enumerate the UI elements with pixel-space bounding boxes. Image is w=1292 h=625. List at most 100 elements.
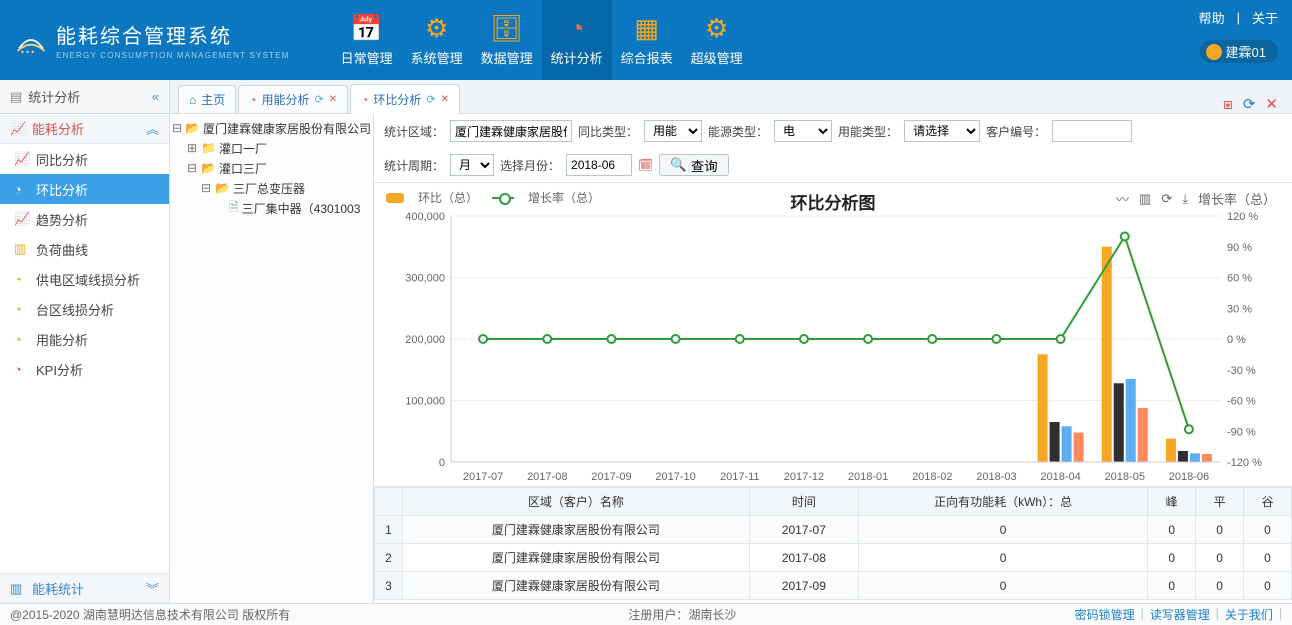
refresh-icon[interactable]: ⟳ [1161, 191, 1172, 207]
reg-label: 注册用户： [628, 606, 688, 623]
energy-select[interactable]: 电 [774, 120, 832, 142]
cell: 0 [1148, 544, 1196, 572]
pie-icon: ◔ [14, 332, 30, 347]
folder-icon: 📂 [201, 161, 216, 175]
pie-icon: ◔ [14, 362, 30, 377]
tab-ratio[interactable]: ◔环比分析⟳✕ [350, 84, 460, 114]
sidebar-item[interactable]: 📈趋势分析 [0, 204, 169, 234]
tab-usage[interactable]: ◔用能分析⟳✕ [238, 85, 348, 113]
comp-select[interactable]: 用能 [644, 120, 702, 142]
table-row[interactable]: 1厦门建霖健康家居股份有限公司2017-070000 [375, 516, 1292, 544]
sidebar-item[interactable]: ◔供电区域线损分析 [0, 264, 169, 294]
nav-super[interactable]: ⚙超级管理 [682, 0, 752, 80]
tab-home[interactable]: ⌂主页 [178, 85, 236, 113]
sidebar-head[interactable]: ▤ 统计分析 « [0, 80, 170, 113]
search-icon: 🔍 [670, 157, 687, 173]
cell: 0 [1196, 572, 1244, 600]
collapse-icon[interactable]: ⊟ [172, 121, 182, 135]
sidebar-footer[interactable]: ▥ 能耗统计 ︾ [0, 573, 169, 603]
cell: 0 [858, 572, 1147, 600]
query-button[interactable]: 🔍查询 [659, 154, 728, 176]
chevron-up-icon[interactable]: ︽ [146, 119, 159, 138]
svg-text:2017-07: 2017-07 [463, 471, 503, 483]
sidebar-item[interactable]: ◔台区线损分析 [0, 294, 169, 324]
sidebar-item[interactable]: ◔KPI分析 [0, 354, 169, 384]
svg-text:-30 %: -30 % [1227, 365, 1256, 377]
use-select[interactable]: 请选择 [904, 120, 980, 142]
sidebar-group-energy[interactable]: 📈 能耗分析 ︽ [0, 114, 169, 144]
chevron-down-icon[interactable]: ︾ [146, 579, 159, 598]
home-icon: ⌂ [189, 93, 196, 107]
filter-bar: 统计区域： 同比类型： 用能 能源类型： 电 用能类型： 请选择 客户编号： 统… [374, 114, 1292, 183]
logo-block: 能耗综合管理系统 ENERGY CONSUMPTION MANAGEMENT S… [0, 20, 304, 60]
cell: 0 [858, 516, 1147, 544]
svg-text:2017-11: 2017-11 [720, 471, 760, 483]
folder-icon: 📂 [215, 181, 230, 195]
table-row[interactable]: 3厦门建霖健康家居股份有限公司2017-090000 [375, 572, 1292, 600]
nav-system[interactable]: ⚙系统管理 [402, 0, 472, 80]
collapse-left-icon[interactable]: « [152, 89, 159, 104]
close-icon[interactable]: ✕ [441, 94, 449, 105]
nav-data[interactable]: 🗄数据管理 [472, 0, 542, 80]
footer-link[interactable]: 读写器管理 [1150, 606, 1210, 623]
document-icon: 🗎 [229, 198, 239, 219]
tree-node[interactable]: ⊞📁灌口一厂 [172, 138, 371, 158]
bars-icon[interactable]: ▥ [1139, 191, 1151, 207]
refresh-icon[interactable]: ⟳ [315, 93, 324, 106]
tree-panel: ⊟📂厦门建霖健康家居股份有限公司 ⊞📁灌口一厂 ⊟📂灌口三厂 ⊟📂三厂总变压器 … [170, 114, 374, 603]
nav-stats[interactable]: ◔统计分析 [542, 0, 612, 80]
line-icon: 📈 [14, 151, 30, 167]
grid-icon: ▦ [634, 13, 659, 44]
svg-text:2018-05: 2018-05 [1105, 471, 1145, 483]
svg-text:200,000: 200,000 [405, 334, 445, 346]
tree-root[interactable]: ⊟📂厦门建霖健康家居股份有限公司 [172, 118, 371, 138]
svg-text:0 %: 0 % [1227, 334, 1246, 346]
chart-icon: 📈 [10, 121, 26, 137]
tree-node[interactable]: ⊟📂灌口三厂 [172, 158, 371, 178]
sidebar-item[interactable]: ◔用能分析 [0, 324, 169, 354]
pie-icon: ◔ [249, 93, 256, 107]
refresh-all-icon[interactable]: ⟳ [1243, 95, 1256, 113]
bar-icon: ▥ [14, 241, 30, 257]
row-number: 3 [375, 572, 403, 600]
area-input[interactable] [450, 120, 572, 142]
cust-input[interactable] [1052, 120, 1132, 142]
close-all-icon[interactable]: ✕ [1265, 95, 1278, 113]
svg-text:-60 %: -60 % [1227, 396, 1256, 408]
nav-report[interactable]: ▦综合报表 [612, 0, 682, 80]
collapse-icon[interactable]: ⊟ [186, 161, 198, 175]
col-header: 平 [1196, 488, 1244, 516]
header-right: 帮助 | 关于 [1199, 8, 1278, 27]
collapse-icon[interactable]: ⊟ [200, 181, 212, 195]
sidebar-item[interactable]: ◔环比分析 [0, 174, 169, 204]
about-link[interactable]: 关于 [1252, 8, 1278, 27]
user-chip[interactable]: 建霖01 [1200, 40, 1278, 63]
svg-text:2018-06: 2018-06 [1169, 471, 1209, 483]
close-boxed-icon[interactable]: ⧆ [1223, 96, 1233, 113]
download-icon[interactable]: ⤓ [1182, 191, 1188, 207]
calendar-icon[interactable]: 🗓 [638, 158, 653, 172]
header-sep: | [1237, 10, 1240, 25]
close-icon[interactable]: ✕ [329, 94, 337, 105]
tree-leaf[interactable]: 🗎三厂集中器（4301003 [172, 198, 371, 218]
sidebar-item[interactable]: ▥负荷曲线 [0, 234, 169, 264]
cell: 0 [1244, 572, 1292, 600]
nav-daily[interactable]: 📅日常管理 [332, 0, 402, 80]
month-input[interactable] [566, 154, 632, 176]
table-row[interactable]: 2厦门建霖健康家居股份有限公司2017-080000 [375, 544, 1292, 572]
expand-icon[interactable]: ⊞ [186, 141, 198, 155]
footer-link[interactable]: 密码锁管理 [1075, 606, 1135, 623]
cell: 0 [1196, 544, 1244, 572]
sidebar-item[interactable]: 📈同比分析 [0, 144, 169, 174]
refresh-icon[interactable]: ⟳ [426, 93, 435, 106]
footer-link[interactable]: 关于我们 [1225, 606, 1273, 623]
help-link[interactable]: 帮助 [1199, 8, 1225, 27]
label-cust: 客户编号： [986, 123, 1046, 140]
period-select[interactable]: 月 [450, 154, 494, 176]
tree-node[interactable]: ⊟📂三厂总变压器 [172, 178, 371, 198]
svg-text:2017-08: 2017-08 [527, 471, 567, 483]
pulse-icon[interactable]: 〰 [1116, 189, 1129, 208]
app-subtitle: ENERGY CONSUMPTION MANAGEMENT SYSTEM [56, 51, 290, 60]
row-number: 1 [375, 516, 403, 544]
pie-icon: ◔ [361, 93, 368, 107]
